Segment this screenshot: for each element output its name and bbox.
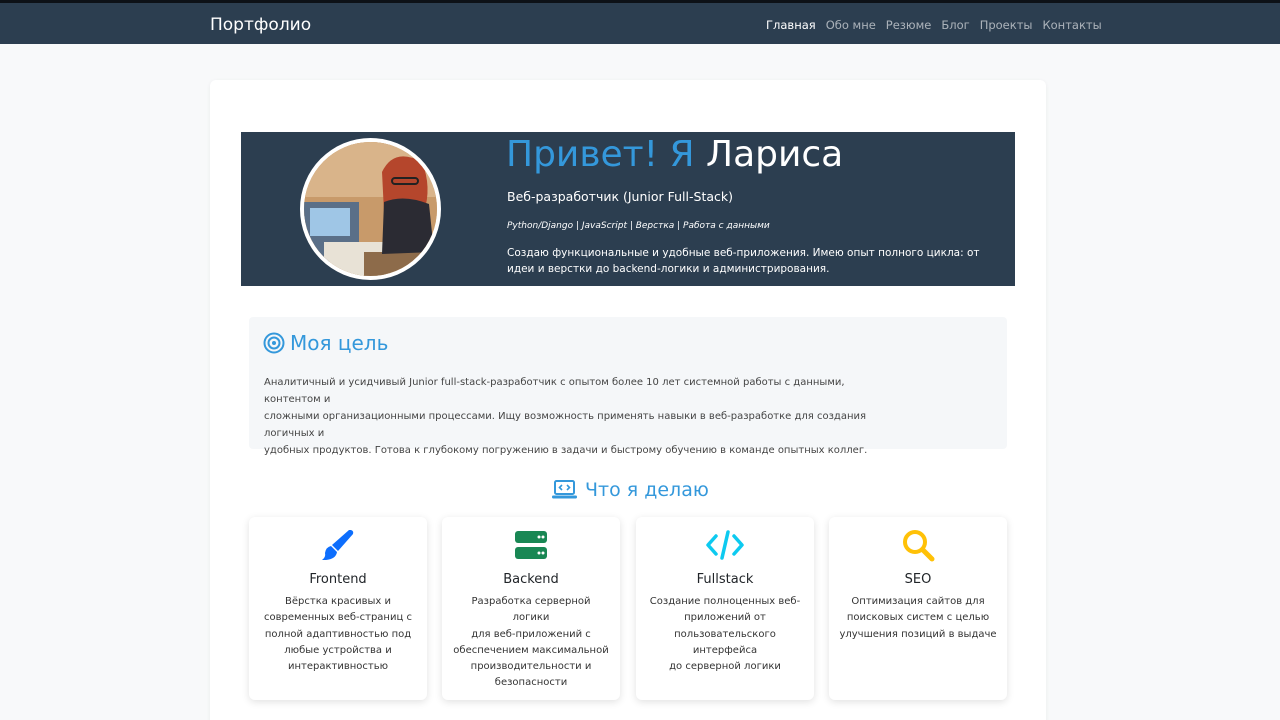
- search-icon: [903, 530, 935, 562]
- goal-section: Моя цель Аналитичный и усидчивый Junior …: [249, 317, 1007, 456]
- goal-text: Аналитичный и усидчивый Junior full-stac…: [264, 374, 884, 459]
- nav-link-about[interactable]: Обо мне: [826, 18, 876, 32]
- goal-text-line: сложными организационными процессами. Ищ…: [264, 411, 867, 439]
- laptop-code-icon: [552, 480, 577, 499]
- description-line: современных веб-страниц с: [264, 612, 412, 624]
- description-line: полной адаптивностью под: [264, 628, 412, 640]
- description-line: Разработка серверной логики: [471, 596, 591, 624]
- description-line: улучшения позиций в выдаче: [839, 628, 997, 640]
- nav-link-contacts[interactable]: Контакты: [1042, 18, 1101, 32]
- nav-menu: Главная Обо мне Резюме Блог Проекты Конт…: [766, 18, 1102, 32]
- service-description: Вёрстка красивых и современных веб-стран…: [259, 594, 417, 675]
- services-heading: Что я делаю: [552, 479, 709, 501]
- hero-name: Лариса: [706, 134, 844, 175]
- navbar: Портфолио Главная Обо мне Резюме Блог Пр…: [0, 0, 1280, 44]
- service-card-frontend: Frontend Вёрстка красивых и современных …: [249, 517, 427, 700]
- description-line: до серверной логики: [669, 661, 781, 673]
- hero-greeting: Привет! Я: [506, 134, 695, 175]
- nav-link-blog[interactable]: Блог: [941, 18, 969, 32]
- description-line: интерактивностью: [287, 661, 389, 673]
- service-title: Frontend: [309, 572, 367, 587]
- hero-section: Привет! Я Лариса Веб-разработчик (Junior…: [241, 132, 1015, 286]
- description-line: поисковых систем с целью: [846, 612, 990, 624]
- profile-photo: [304, 142, 437, 276]
- service-title: Backend: [503, 572, 559, 587]
- goal-text-line: Аналитичный и усидчивый Junior full-stac…: [264, 377, 845, 405]
- goal-text-line: удобных продуктов. Готова к глубокому по…: [264, 445, 868, 456]
- service-description: Разработка серверной логики для веб-прил…: [452, 594, 610, 692]
- nav-link-resume[interactable]: Резюме: [886, 18, 932, 32]
- bullseye-icon: [263, 332, 285, 354]
- brand-link[interactable]: Портфолио: [210, 15, 311, 35]
- description-line: безопасности: [494, 677, 568, 689]
- description-line: обеспечением максимальной: [453, 644, 609, 656]
- service-card-seo: SEO Оптимизация сайтов для поисковых сис…: [829, 517, 1007, 700]
- server-icon: [515, 531, 547, 559]
- hero-title: Привет! Я Лариса: [506, 134, 843, 175]
- description-line: пользовательского интерфейса: [674, 628, 776, 656]
- description-line: любые устройства и: [284, 644, 392, 656]
- description-line: Вёрстка красивых и: [285, 596, 391, 607]
- code-icon: [706, 530, 744, 560]
- service-card-backend: Backend Разработка серверной логики для …: [442, 517, 620, 700]
- nav-link-home[interactable]: Главная: [766, 18, 816, 32]
- hero-description: Создаю функциональные и удобные веб-прил…: [507, 247, 980, 275]
- description-line: для веб-приложений с: [471, 628, 591, 640]
- hero-subtitle: Веб-разработчик (Junior Full-Stack): [507, 189, 734, 204]
- brush-icon: [322, 530, 354, 560]
- avatar: [300, 138, 441, 280]
- service-description: Создание полноценных веб- приложений от …: [646, 594, 804, 675]
- service-title: Fullstack: [696, 572, 754, 587]
- description-line: Оптимизация сайтов для: [851, 596, 985, 607]
- hero-skills: Python/Django | JavaScript | Верстка | Р…: [507, 221, 770, 231]
- description-line: Создание полноценных веб-: [649, 596, 801, 607]
- description-line: производительности и: [470, 661, 592, 673]
- description-line: приложений от: [684, 612, 766, 624]
- service-description: Оптимизация сайтов для поисковых систем …: [839, 594, 997, 643]
- goal-title: Моя цель: [290, 331, 389, 355]
- nav-link-projects[interactable]: Проекты: [980, 18, 1033, 32]
- service-title: SEO: [904, 572, 932, 587]
- services-title: Что я делаю: [585, 479, 709, 501]
- service-card-fullstack: Fullstack Создание полноценных веб- прил…: [636, 517, 814, 700]
